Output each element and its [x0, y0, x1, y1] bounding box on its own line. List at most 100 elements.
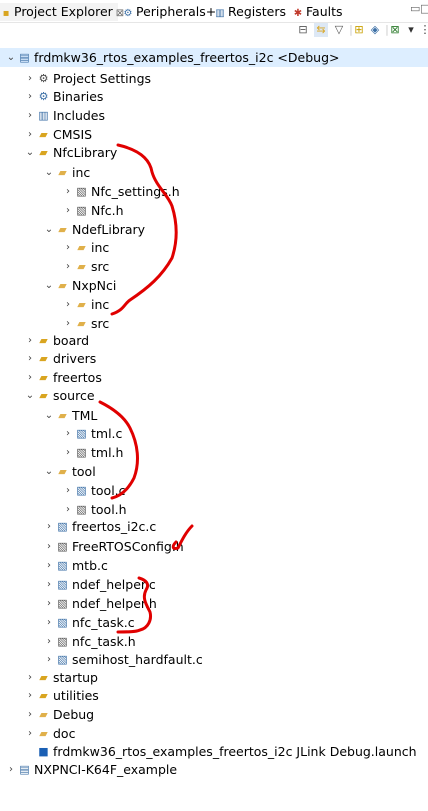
tree-item[interactable]: › ▧ tml.h — [0, 443, 428, 462]
tab-project-explorer[interactable]: ▪ Project Explorer ⊠ — [0, 3, 124, 21]
checklist-icon[interactable]: ⊠ — [388, 23, 402, 37]
tree-item[interactable]: › ▧ tool.c — [0, 481, 428, 500]
tree-item[interactable]: › ▰ doc — [0, 724, 428, 743]
tree-item[interactable]: › ▰ CMSIS — [0, 125, 428, 144]
view-toolbar: ⊟ ⇆ ▽ | ⊞ ◈ | ⊠ ▾ ⋮ — [0, 22, 428, 40]
chevron-right-icon[interactable]: › — [62, 295, 74, 314]
chevron-down-icon[interactable]: ⌄ — [43, 163, 55, 182]
tree-item[interactable]: ⌄ ▰ inc — [0, 163, 428, 182]
chevron-right-icon[interactable]: › — [62, 424, 74, 443]
chevron-right-icon[interactable]: › — [24, 69, 36, 88]
tree-item[interactable]: › ▰ inc — [0, 238, 428, 257]
tree-item[interactable]: › ▧ ndef_helper.h — [0, 594, 428, 613]
collapse-all-icon[interactable]: ⊟ — [296, 23, 310, 37]
chevron-right-icon[interactable]: › — [24, 686, 36, 705]
tree-item[interactable]: › ▧ ndef_helper.c — [0, 575, 428, 594]
folder-icon: ▰ — [39, 708, 48, 721]
tree-item[interactable]: › ▧ nfc_task.c — [0, 613, 428, 632]
more-options-icon[interactable]: ⋮ — [418, 23, 428, 37]
tree-item-label: Nfc_settings.h — [91, 184, 180, 199]
tree-item[interactable]: › ▧ Nfc_settings.h — [0, 182, 428, 201]
chevron-right-icon[interactable]: › — [62, 238, 74, 257]
tree-item[interactable]: › ▰ utilities — [0, 686, 428, 705]
tree-item[interactable]: › ▥ Includes — [0, 106, 428, 125]
source-folder-icon: ▰ — [39, 671, 48, 684]
chevron-right-icon[interactable]: › — [43, 613, 55, 632]
chevron-right-icon[interactable]: › — [62, 481, 74, 500]
tree-item[interactable]: ⌄ ▰ TML — [0, 406, 428, 425]
chevron-right-icon[interactable]: › — [24, 368, 36, 387]
tree-item[interactable]: › ▰ Debug — [0, 705, 428, 724]
tree-item[interactable]: ⌄ ▰ NdefLibrary — [0, 220, 428, 239]
chevron-down-icon[interactable]: ⌄ — [5, 48, 17, 67]
tab-peripherals[interactable]: ⚙ Peripherals+ — [122, 3, 217, 21]
chevron-right-icon[interactable]: › — [62, 257, 74, 276]
chevron-right-icon[interactable]: › — [24, 87, 36, 106]
tree-item-label: freertos — [53, 370, 102, 385]
chevron-right-icon[interactable]: › — [43, 594, 55, 613]
chevron-right-icon[interactable]: › — [43, 575, 55, 594]
header-file-icon: ▧ — [76, 446, 87, 459]
build-icon[interactable]: ⊞ — [352, 23, 366, 37]
chevron-right-icon[interactable]: › — [43, 556, 55, 575]
tree-item[interactable]: ⌄ ▰ tool — [0, 462, 428, 481]
tree-item[interactable]: › ▰ board — [0, 331, 428, 350]
chevron-right-icon[interactable]: › — [24, 331, 36, 350]
tree-item[interactable]: › ▧ freertos_i2c.c — [0, 517, 428, 536]
tree-item[interactable]: › ▧ FreeRTOSConfig.h — [0, 537, 428, 556]
tree-item[interactable]: › ▧ nfc_task.h — [0, 632, 428, 651]
tree-item-label: doc — [53, 726, 76, 741]
tab-faults[interactable]: ✱ Faults — [292, 3, 352, 21]
chevron-right-icon[interactable]: › — [24, 125, 36, 144]
tab-registers[interactable]: ▥ Registers — [214, 3, 290, 21]
tree-item[interactable]: › ▰ freertos — [0, 368, 428, 387]
c-file-icon: ▧ — [57, 520, 68, 533]
chevron-right-icon[interactable]: › — [24, 724, 36, 743]
chevron-right-icon[interactable]: › — [5, 760, 17, 779]
chevron-down-icon[interactable]: ⌄ — [43, 462, 55, 481]
chevron-right-icon[interactable]: › — [24, 705, 36, 724]
view-menu-icon[interactable]: ▾ — [404, 23, 418, 37]
chevron-right-icon[interactable]: › — [24, 106, 36, 125]
tree-item[interactable]: ⌄ ▰ NxpNci — [0, 276, 428, 295]
tree-item[interactable]: ⌄ ▰ source — [0, 386, 428, 405]
tree-item[interactable]: › ▰ drivers — [0, 349, 428, 368]
tree-item[interactable]: › ▤ NXPNCI-K64F_example — [0, 760, 428, 779]
tree-item[interactable]: › ⚙ Binaries — [0, 87, 428, 106]
chevron-right-icon[interactable]: › — [43, 517, 55, 536]
chevron-down-icon[interactable]: ⌄ — [43, 406, 55, 425]
tree-item-label: Includes — [53, 108, 106, 123]
chevron-right-icon[interactable]: › — [24, 349, 36, 368]
tree-item[interactable]: ■ frdmkw36_rtos_examples_freertos_i2c JLi… — [0, 742, 428, 761]
tree-item[interactable]: ⌄ ▤ frdmkw36_rtos_examples_freertos_i2c <D… — [0, 48, 428, 67]
chevron-down-icon[interactable]: ⌄ — [24, 143, 36, 162]
source-folder-icon: ▰ — [39, 334, 48, 347]
chevron-right-icon[interactable]: › — [43, 650, 55, 669]
maximize-icon[interactable]: □ — [420, 2, 428, 15]
registers-icon: ▥ — [215, 8, 225, 19]
tab-label: Faults — [306, 4, 343, 19]
chevron-down-icon[interactable]: ⌄ — [43, 276, 55, 295]
chevron-right-icon[interactable]: › — [62, 201, 74, 220]
tree-item[interactable]: › ▧ mtb.c — [0, 556, 428, 575]
chevron-right-icon[interactable]: › — [43, 537, 55, 556]
project-icon: ▤ — [19, 51, 30, 64]
header-file-icon: ▧ — [76, 503, 87, 516]
chevron-right-icon[interactable]: › — [24, 668, 36, 687]
tree-item[interactable]: › ▧ tml.c — [0, 424, 428, 443]
tree-item[interactable]: › ▰ inc — [0, 295, 428, 314]
link-with-editor-icon[interactable]: ⇆ — [314, 23, 328, 37]
tree-item[interactable]: › ▧ semihost_hardfault.c — [0, 650, 428, 669]
tree-item-label: tool — [72, 464, 96, 479]
minimize-icon[interactable]: ▭ — [410, 2, 420, 15]
chevron-right-icon[interactable]: › — [62, 443, 74, 462]
tree-item[interactable]: ⌄ ▰ NfcLibrary — [0, 143, 428, 162]
tree-item[interactable]: › ▧ Nfc.h — [0, 201, 428, 220]
chevron-down-icon[interactable]: ⌄ — [24, 386, 36, 405]
tree-item[interactable]: › ▰ startup — [0, 668, 428, 687]
chevron-right-icon[interactable]: › — [62, 182, 74, 201]
chevron-down-icon[interactable]: ⌄ — [43, 220, 55, 239]
tree-item[interactable]: › ▰ src — [0, 257, 428, 276]
chevron-right-icon[interactable]: › — [43, 632, 55, 651]
tree-item[interactable]: › ⚙ Project Settings — [0, 69, 428, 88]
